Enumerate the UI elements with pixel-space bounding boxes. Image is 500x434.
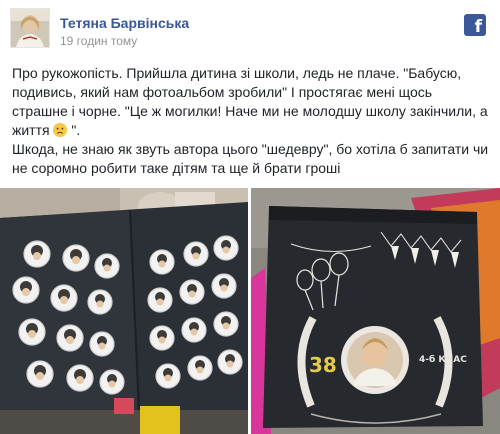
photo-album-spread[interactable] [0,188,248,434]
album-cover-image: 38 4-б КЛАС [251,188,500,434]
album-number: 38 [309,353,337,377]
disappointed-face-emoji [53,123,68,137]
album-class-label: 4-б КЛАС [419,354,467,365]
post-paragraph-2: Шкода, не знаю як звуть автора цього "ше… [12,141,489,176]
facebook-f-icon[interactable]: f [464,14,486,36]
avatar-photo [11,9,49,47]
post-body: Про рукожопість. Прийшла дитина зі школи… [12,64,490,178]
author-avatar[interactable] [10,8,50,48]
album-spread-image [0,188,248,434]
post-timestamp[interactable]: 19 годин тому [60,34,137,48]
post-header: Тетяна Барвінська 19 годин тому f [0,0,500,58]
photo-album-cover[interactable]: 38 4-б КЛАС [251,188,500,434]
author-name[interactable]: Тетяна Барвінська [60,15,189,31]
post-paragraph-1: Про рукожопість. Прийшла дитина зі школи… [12,64,490,140]
post-paragraph-1-text: Про рукожопість. Прийшла дитина зі школи… [12,65,488,138]
post-paragraph-1-suffix: ". [67,122,81,138]
